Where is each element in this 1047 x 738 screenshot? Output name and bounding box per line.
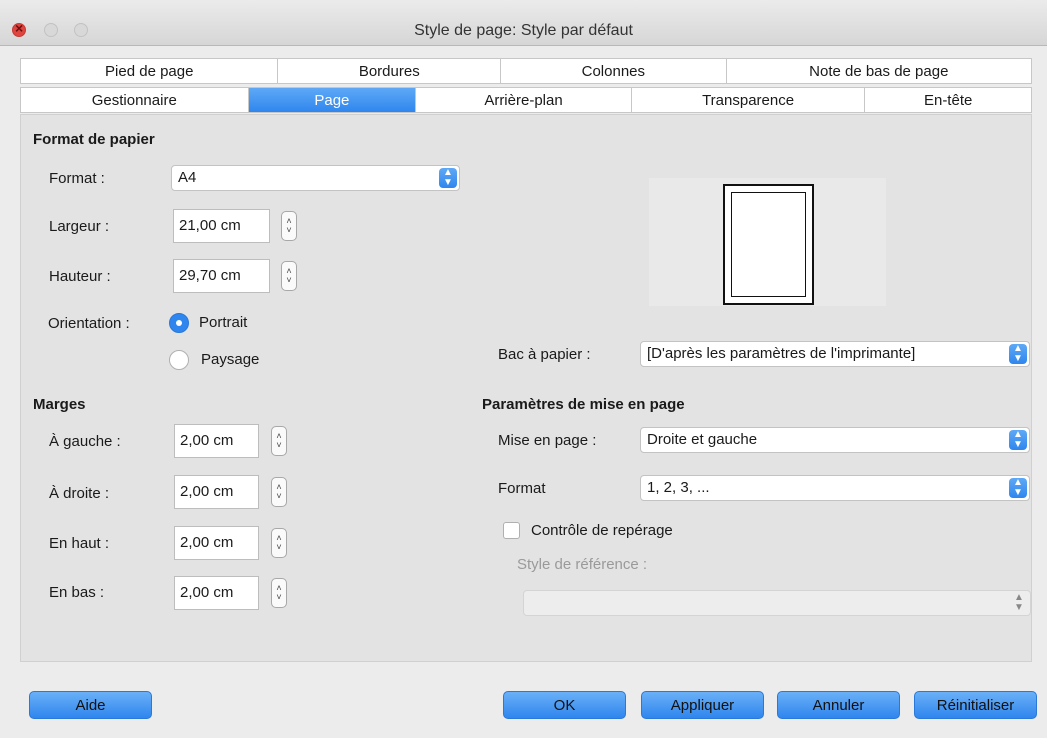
portrait-radio[interactable] — [169, 313, 189, 333]
chevron-updown-icon: ▲ ▼ — [1014, 592, 1024, 613]
page-preview-margins — [731, 192, 806, 297]
register-true-label: Contrôle de repérage — [531, 522, 673, 539]
height-field[interactable]: 29,70 cm — [173, 259, 270, 293]
help-button[interactable]: Aide — [29, 691, 152, 719]
chevron-updown-icon: ▲ ▼ — [1009, 430, 1027, 450]
tab-pied-de-page[interactable]: Pied de page — [21, 59, 279, 83]
chevron-updown-icon: ▲ ▼ — [439, 168, 457, 188]
format-label: Format : — [49, 170, 105, 187]
tab-row-1: Pied de page Bordures Colonnes Note de b… — [20, 58, 1032, 84]
margin-top-field[interactable]: 2,00 cm — [174, 526, 259, 560]
tab-gestionnaire[interactable]: Gestionnaire — [21, 88, 249, 112]
margin-top-label: En haut : — [49, 535, 110, 552]
tab-en-tete[interactable]: En-tête — [865, 88, 1031, 112]
page-preview — [649, 178, 886, 306]
width-stepper[interactable]: ˄ ˅ — [281, 211, 297, 241]
tab-arriere-plan[interactable]: Arrière-plan — [416, 88, 632, 112]
tab-page[interactable]: Page — [248, 88, 417, 112]
paper-tray-value: [D'après les paramètres de l'imprimante] — [647, 345, 916, 362]
margin-right-stepper[interactable]: ˄ ˅ — [271, 477, 287, 507]
page-layout-select[interactable]: Droite et gauche ▲ ▼ — [640, 427, 1030, 453]
margin-top-stepper[interactable]: ˄ ˅ — [271, 528, 287, 558]
landscape-radio[interactable] — [169, 350, 189, 370]
width-label: Largeur : — [49, 218, 110, 235]
paper-tray-label: Bac à papier : — [498, 346, 591, 363]
margin-left-label: À gauche : — [49, 433, 121, 450]
paper-format-heading: Format de papier — [33, 131, 155, 148]
numbering-format-label: Format — [498, 480, 546, 497]
margin-bottom-stepper[interactable]: ˄ ˅ — [271, 578, 287, 608]
apply-button[interactable]: Appliquer — [641, 691, 764, 719]
portrait-label: Portrait — [199, 314, 248, 331]
register-true-checkbox[interactable] — [503, 522, 520, 539]
page-preview-sheet — [723, 184, 814, 305]
margin-bottom-field[interactable]: 2,00 cm — [174, 576, 259, 610]
numbering-format-value: 1, 2, 3, ... — [647, 479, 710, 496]
numbering-format-select[interactable]: 1, 2, 3, ... ▲ ▼ — [640, 475, 1030, 501]
layout-settings-heading: Paramètres de mise en page — [482, 396, 685, 413]
format-select[interactable]: A4 ▲ ▼ — [171, 165, 460, 191]
format-select-value: A4 — [178, 169, 197, 186]
orientation-label: Orientation : — [48, 315, 130, 332]
tab-bordures[interactable]: Bordures — [278, 59, 502, 83]
width-field[interactable]: 21,00 cm — [173, 209, 270, 243]
margin-right-field[interactable]: 2,00 cm — [174, 475, 259, 509]
page-layout-value: Droite et gauche — [647, 431, 758, 448]
margins-heading: Marges — [33, 396, 86, 413]
chevron-updown-icon: ▲ ▼ — [1009, 344, 1027, 364]
tab-transparence[interactable]: Transparence — [632, 88, 866, 112]
margin-left-stepper[interactable]: ˄ ˅ — [271, 426, 287, 456]
height-stepper[interactable]: ˄ ˅ — [281, 261, 297, 291]
reference-style-select[interactable]: ▲ ▼ — [523, 590, 1031, 616]
margin-left-field[interactable]: 2,00 cm — [174, 424, 259, 458]
tab-note-de-bas-de-page[interactable]: Note de bas de page — [727, 59, 1031, 83]
title-bar: Style de page: Style par défaut — [0, 0, 1047, 46]
landscape-label: Paysage — [201, 351, 260, 368]
height-label: Hauteur : — [49, 268, 111, 285]
reset-button[interactable]: Réinitialiser — [914, 691, 1037, 719]
paper-tray-select[interactable]: [D'après les paramètres de l'imprimante]… — [640, 341, 1030, 367]
window-title: Style de page: Style par défaut — [414, 22, 633, 39]
tab-colonnes[interactable]: Colonnes — [501, 59, 727, 83]
cancel-button[interactable]: Annuler — [777, 691, 900, 719]
chevron-updown-icon: ▲ ▼ — [1009, 478, 1027, 498]
margin-bottom-label: En bas : — [49, 584, 105, 601]
margin-right-label: À droite : — [49, 485, 110, 502]
ok-button[interactable]: OK — [503, 691, 626, 719]
page-layout-label: Mise en page : — [498, 432, 597, 449]
tab-row-2: Gestionnaire Page Arrière-plan Transpare… — [20, 87, 1032, 113]
reference-style-label: Style de référence : — [517, 556, 648, 573]
